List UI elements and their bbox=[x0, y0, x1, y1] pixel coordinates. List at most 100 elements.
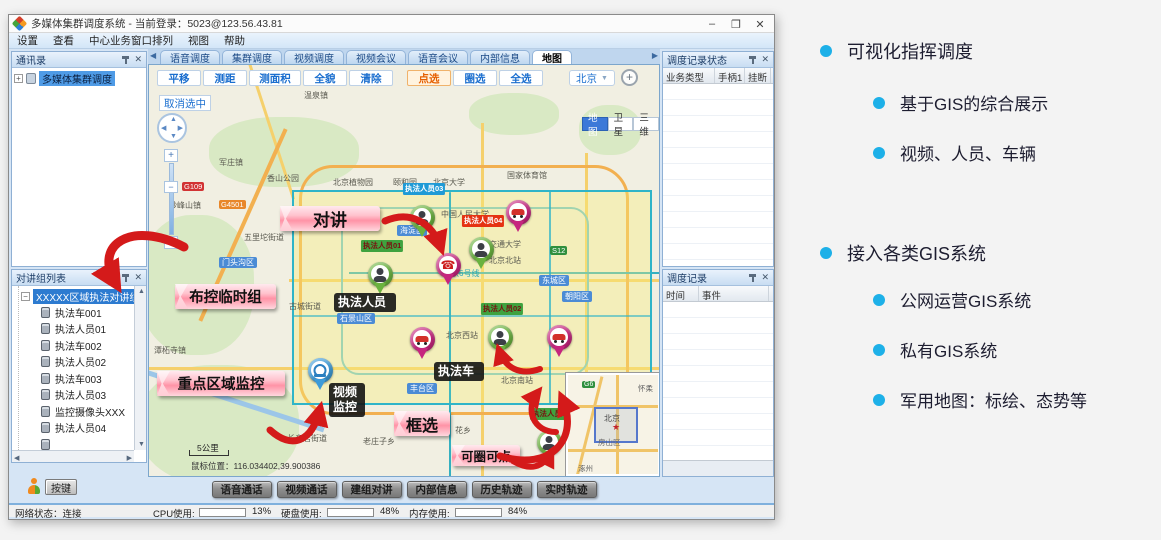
tabs-scroll-right-icon[interactable]: ▶ bbox=[652, 51, 658, 60]
map-tool-button[interactable]: 全选 bbox=[499, 70, 543, 86]
talkgroup-member[interactable]: 执法人员04 bbox=[21, 420, 132, 437]
close-icon[interactable]: ✕ bbox=[134, 273, 142, 282]
talkgroup-member-label[interactable]: 执法人员02 bbox=[55, 354, 106, 369]
scroll-right-icon[interactable]: ▶ bbox=[127, 454, 132, 462]
map-marker-pin[interactable] bbox=[436, 253, 461, 278]
call-action-button[interactable]: 历史轨迹 bbox=[472, 481, 532, 498]
map-tool-button[interactable]: 清除 bbox=[349, 70, 393, 86]
talkgroup-member[interactable]: 执法人员03 bbox=[21, 387, 132, 404]
tab[interactable]: 视频会议 bbox=[346, 50, 406, 64]
map-tool-button[interactable]: 测面积 bbox=[249, 70, 301, 86]
menu-item[interactable]: 设置 bbox=[17, 33, 38, 48]
call-action-button[interactable]: 内部信息 bbox=[407, 481, 467, 498]
city-selector[interactable]: 北京 ▼ bbox=[569, 70, 615, 86]
contacts-root-node[interactable]: + 多媒体集群调度 bbox=[14, 71, 144, 86]
talkgroup-member[interactable]: 执法车003 bbox=[21, 370, 132, 387]
pan-left-icon[interactable]: ◀ bbox=[161, 124, 166, 132]
talkgroup-root-node[interactable]: − XXXXX区域执法对讲组 bbox=[21, 289, 132, 304]
keypad-button[interactable]: 按键 bbox=[45, 479, 77, 495]
vertical-scrollbar[interactable]: ▲ ▼ bbox=[134, 286, 146, 450]
call-action-button[interactable]: 实时轨迹 bbox=[537, 481, 597, 498]
talkgroup-member-label[interactable]: 监控摄像头XXX bbox=[55, 404, 125, 419]
talkgroup-member-label[interactable]: 执法车003 bbox=[55, 371, 102, 386]
zoom-slider-handle[interactable]: − bbox=[164, 181, 178, 193]
close-icon[interactable]: ✕ bbox=[134, 55, 142, 64]
map-tool-button[interactable]: 全貌 bbox=[303, 70, 347, 86]
tab[interactable]: 语音会议 bbox=[408, 50, 468, 64]
menu-item[interactable]: 视图 bbox=[188, 33, 209, 48]
pin-icon[interactable] bbox=[122, 274, 129, 282]
map-pan-compass[interactable]: ▲ ▼ ◀ ▶ bbox=[157, 113, 187, 143]
talkgroup-member[interactable] bbox=[21, 436, 132, 450]
talkgroup-member-label[interactable]: 执法人员01 bbox=[55, 321, 106, 336]
pin-icon[interactable] bbox=[749, 274, 756, 282]
column-header[interactable]: 业务类型 bbox=[663, 68, 715, 83]
close-button[interactable]: ✕ bbox=[748, 15, 772, 33]
menu-item[interactable]: 帮助 bbox=[224, 33, 245, 48]
map-mode-button[interactable]: 地图 bbox=[582, 117, 608, 131]
map-tool-button[interactable]: 测距 bbox=[203, 70, 247, 86]
map-marker-pin[interactable]: 执法人员04 bbox=[469, 237, 494, 262]
tab[interactable]: 语音调度 bbox=[160, 50, 220, 64]
scroll-down-icon[interactable]: ▼ bbox=[138, 441, 145, 448]
pin-icon[interactable] bbox=[122, 56, 129, 64]
talkgroup-member[interactable]: 执法车001 bbox=[21, 304, 132, 321]
menu-item[interactable]: 查看 bbox=[53, 33, 74, 48]
talkgroup-member[interactable]: 执法人员02 bbox=[21, 354, 132, 371]
map-add-icon[interactable]: + bbox=[621, 69, 638, 86]
collapse-icon[interactable]: − bbox=[21, 292, 30, 301]
scroll-up-icon[interactable]: ▲ bbox=[138, 288, 145, 295]
close-icon[interactable]: ✕ bbox=[761, 55, 769, 64]
map-tool-button[interactable]: 圈选 bbox=[453, 70, 497, 86]
map-mode-button[interactable]: 三维 bbox=[633, 117, 659, 131]
menu-item[interactable]: 中心业务窗口排列 bbox=[89, 33, 173, 48]
map-marker-pin[interactable]: 执法人员01 bbox=[368, 262, 393, 287]
zoom-slider-track[interactable] bbox=[169, 163, 174, 235]
contacts-root-label[interactable]: 多媒体集群调度 bbox=[39, 71, 115, 86]
maximize-button[interactable]: ❐ bbox=[724, 15, 748, 33]
map-marker-pin[interactable] bbox=[547, 325, 572, 350]
talkgroup-root-label[interactable]: XXXXX区域执法对讲组 bbox=[33, 289, 134, 304]
pan-up-icon[interactable]: ▲ bbox=[170, 116, 177, 123]
map-marker-pin[interactable]: 执法人员02 bbox=[537, 430, 562, 455]
zoom-out-button[interactable]: − bbox=[164, 236, 178, 249]
cancel-selection-button[interactable]: 取消选中 bbox=[159, 95, 211, 111]
scroll-left-icon[interactable]: ◀ bbox=[14, 454, 19, 462]
call-action-button[interactable]: 建组对讲 bbox=[342, 481, 402, 498]
pin-icon[interactable] bbox=[749, 56, 756, 64]
talkgroup-member-label[interactable]: 执法车002 bbox=[55, 338, 102, 353]
map-marker-pin[interactable] bbox=[308, 358, 333, 383]
tab[interactable]: 集群调度 bbox=[222, 50, 282, 64]
map-mode-button[interactable]: 卫星 bbox=[608, 117, 634, 131]
talkgroup-member-label[interactable]: 执法人员04 bbox=[55, 420, 106, 435]
overview-minimap[interactable]: 北京 ★ G6 房山区涿州怀柔 bbox=[566, 373, 660, 476]
pan-right-icon[interactable]: ▶ bbox=[178, 124, 183, 132]
horizontal-scrollbar[interactable]: ◀ ▶ bbox=[12, 450, 134, 462]
talkgroup-member[interactable]: 执法人员01 bbox=[21, 321, 132, 338]
map-marker-pin[interactable]: 执法人员03 bbox=[410, 205, 435, 230]
minimize-button[interactable]: – bbox=[700, 15, 724, 33]
close-icon[interactable]: ✕ bbox=[761, 273, 769, 282]
talkgroup-member[interactable]: 监控摄像头XXX bbox=[21, 403, 132, 420]
map-canvas[interactable]: 温泉镇军庄镇香山公园北京植物园颐和园北京大学国家体育馆中国人民大学交通大学北京北… bbox=[148, 64, 660, 477]
talkgroup-member[interactable]: 执法车002 bbox=[21, 337, 132, 354]
map-tool-button[interactable]: 平移 bbox=[157, 70, 201, 86]
call-action-button[interactable]: 视频通话 bbox=[277, 481, 337, 498]
talkgroup-member-label[interactable]: 执法人员03 bbox=[55, 387, 106, 402]
tabs-scroll-left-icon[interactable]: ◀ bbox=[150, 51, 156, 60]
tab[interactable]: 内部信息 bbox=[470, 50, 530, 64]
column-header[interactable]: 手柄1 bbox=[715, 68, 745, 83]
map-marker-pin[interactable] bbox=[410, 327, 435, 352]
talkgroup-member-label[interactable]: 执法车001 bbox=[55, 305, 102, 320]
map-tool-button[interactable]: 点选 bbox=[407, 70, 451, 86]
zoom-in-button[interactable]: + bbox=[164, 149, 178, 162]
column-header[interactable]: 挂断 bbox=[745, 68, 771, 83]
tab[interactable]: 视频调度 bbox=[284, 50, 344, 64]
map-marker-pin[interactable]: 执法人员02 bbox=[488, 325, 513, 350]
column-header[interactable]: 事件 bbox=[699, 286, 769, 301]
tab[interactable]: 地图 bbox=[532, 50, 572, 64]
map-marker-pin[interactable] bbox=[506, 200, 531, 225]
expand-icon[interactable]: + bbox=[14, 74, 23, 83]
pan-down-icon[interactable]: ▼ bbox=[170, 133, 177, 140]
call-action-button[interactable]: 语音通话 bbox=[212, 481, 272, 498]
